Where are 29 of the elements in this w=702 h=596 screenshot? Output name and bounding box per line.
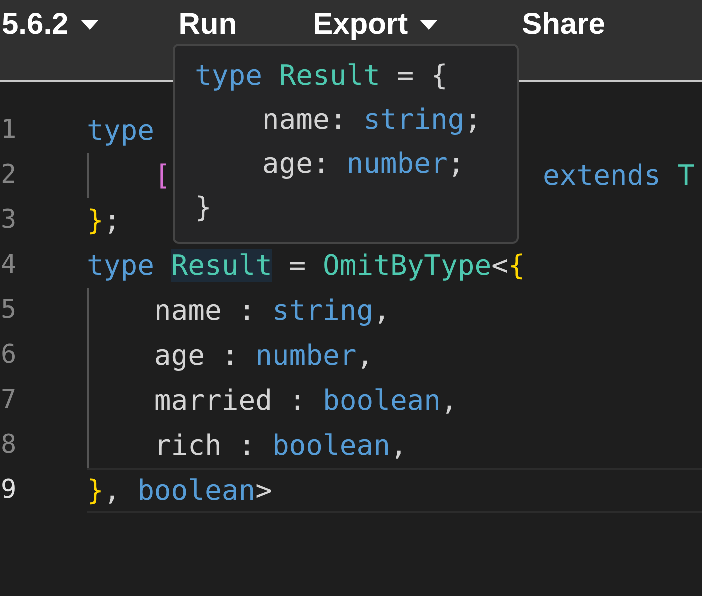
code-line: age : number, (153, 338, 374, 374)
line-number: 6 (0, 339, 18, 372)
caret-icon (420, 20, 438, 30)
caret-icon (80, 20, 99, 30)
line-number: 1 (0, 114, 18, 147)
code-line: type (87, 112, 154, 148)
tooltip-line: type Result = { (195, 58, 449, 94)
code-line: rich : boolean, (153, 428, 408, 464)
code-line: name : string, (153, 292, 390, 328)
code-line: extends T (543, 158, 695, 194)
line-number: 8 (0, 429, 18, 462)
code-line: [ (153, 158, 172, 194)
tooltip-line: age: number; (261, 146, 466, 182)
line-number: 9 (0, 474, 18, 507)
code-line: married : boolean, (153, 382, 458, 418)
code-line: }; (87, 202, 121, 238)
code-line: type Result = OmitByType<{ (87, 248, 526, 284)
line-number: 5 (0, 294, 18, 327)
line-number: 3 (0, 204, 18, 237)
toolbar-button[interactable]: Export (313, 10, 438, 40)
line-number: 4 (0, 249, 18, 282)
tooltip-line: name: string; (261, 102, 483, 138)
line-number: 7 (0, 384, 18, 417)
tooltip-line: } (195, 190, 213, 226)
code-line: }, boolean> (87, 472, 272, 508)
toolbar-button[interactable]: Run (178, 10, 238, 40)
line-number: 2 (0, 159, 18, 192)
toolbar-button[interactable]: Share (522, 10, 606, 40)
toolbar-button[interactable]: 5.6.2 (2, 10, 99, 40)
